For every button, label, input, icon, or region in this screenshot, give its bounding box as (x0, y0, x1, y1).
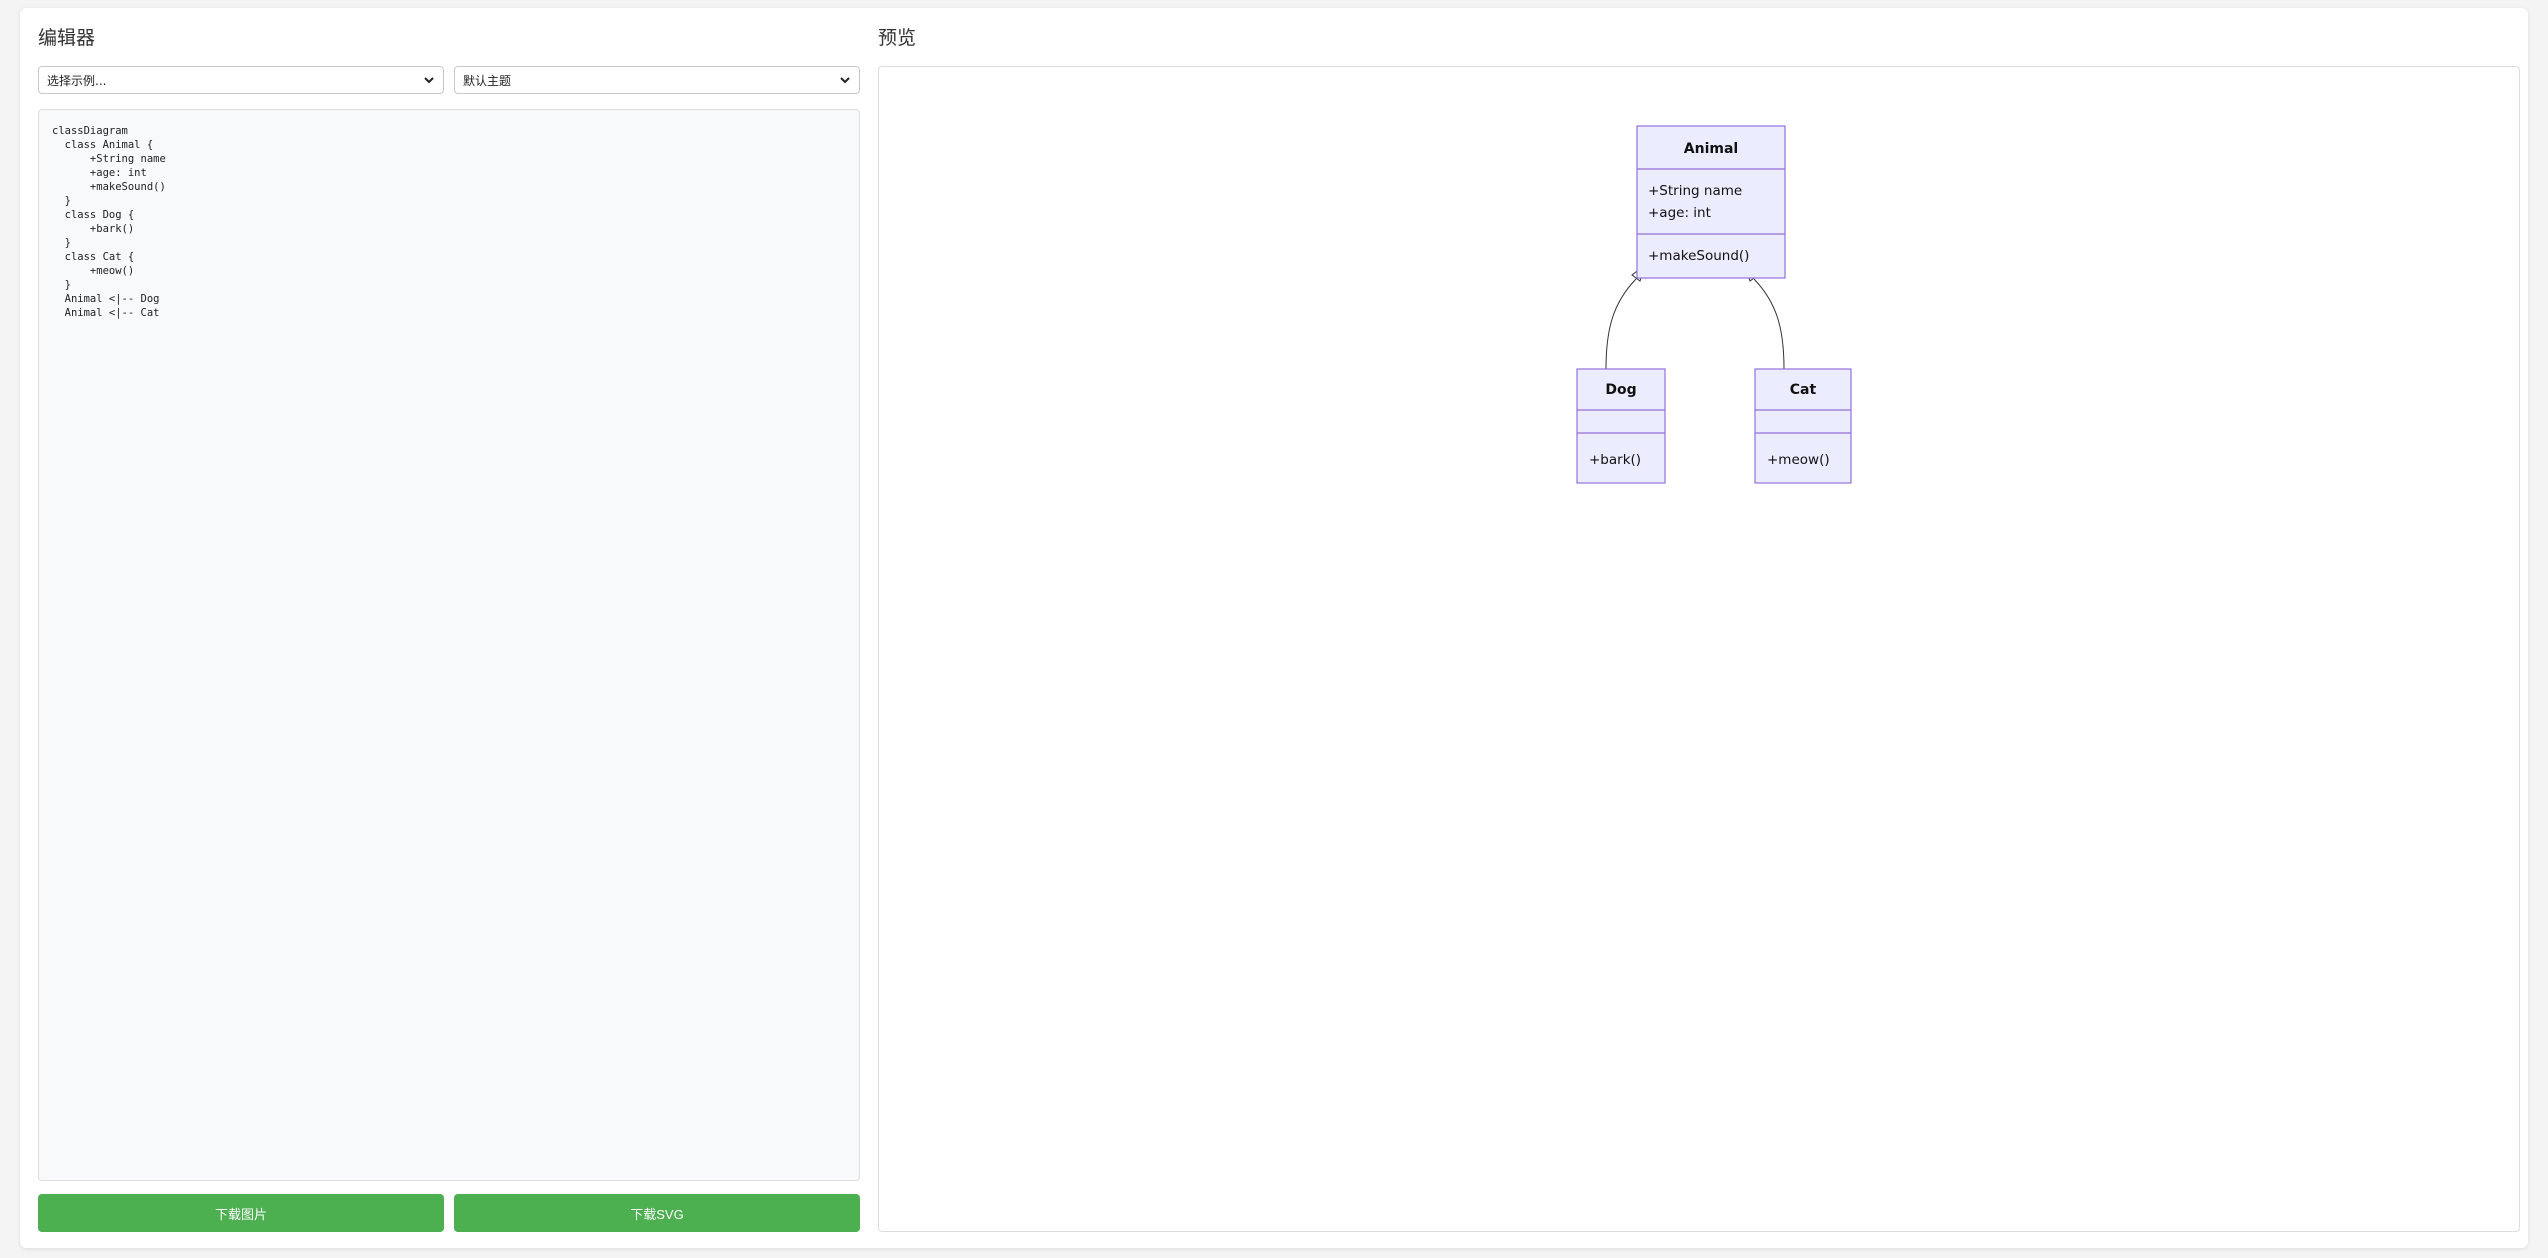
preview-title: 预览 (878, 27, 917, 49)
chevron-down-icon (839, 74, 851, 86)
theme-select[interactable]: 默认主题 (454, 66, 860, 94)
preview-area: Animal +String name +age: int +makeSound… (878, 66, 2520, 1232)
class-node-animal: Animal +String name +age: int +makeSound… (1636, 125, 1786, 279)
class-node-cat: Cat +meow() (1754, 368, 1852, 484)
class-attribute: +String name (1648, 183, 1742, 199)
editor-title: 编辑器 (38, 27, 96, 49)
edge-dog-animal (1605, 278, 1637, 370)
download-svg-button[interactable]: 下载SVG (454, 1194, 860, 1232)
class-name: Animal (1684, 141, 1738, 157)
edge-cat-animal (1753, 278, 1785, 370)
code-editor-textarea[interactable]: classDiagram class Animal { +String name… (38, 109, 860, 1181)
class-method: +bark() (1589, 452, 1641, 468)
download-image-button[interactable]: 下载图片 (38, 1194, 444, 1232)
example-select[interactable]: 选择示例... (38, 66, 444, 94)
theme-select-value: 默认主题 (463, 73, 512, 88)
class-attribute: +age: int (1648, 205, 1711, 221)
class-diagram: Animal +String name +age: int +makeSound… (1576, 125, 1852, 484)
chevron-down-icon (423, 74, 435, 86)
app-container: 编辑器 预览 选择示例... 默认主题 classDiagram class A… (20, 8, 2528, 1248)
example-select-value: 选择示例... (47, 73, 107, 88)
class-node-dog: Dog +bark() (1576, 368, 1666, 484)
class-name: Dog (1605, 382, 1636, 398)
class-method: +meow() (1767, 452, 1830, 468)
class-method: +makeSound() (1648, 248, 1749, 264)
class-name: Cat (1790, 382, 1817, 398)
